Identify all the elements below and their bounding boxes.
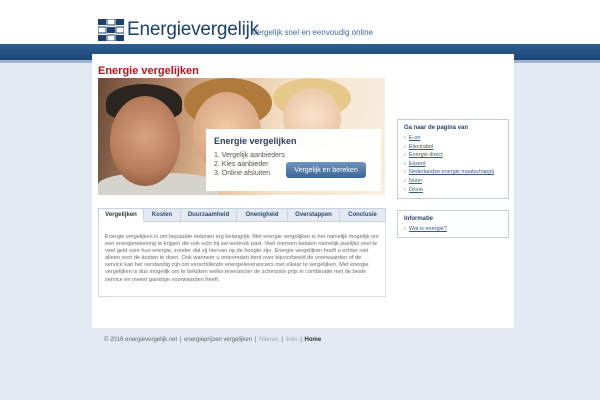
- footer-copyright: © 2016 energievergelijk.net: [104, 337, 178, 343]
- footer-separator: |: [179, 337, 182, 343]
- compare-button[interactable]: Vergelijk en bereken: [286, 162, 366, 178]
- content-panel: Energie vergelijken Energie vergelijken …: [92, 54, 514, 328]
- hero-step: 1. Vergelijk aanbieders: [214, 152, 285, 159]
- top-header: Energievergelijk Vergelijk snel en eenvo…: [0, 0, 600, 44]
- tab-text: Energie vergelijken is om bepaalde reden…: [105, 234, 379, 283]
- sidebar-item-essent[interactable]: Essent: [404, 160, 502, 169]
- tab-panel: Energie vergelijken is om bepaalde reden…: [98, 221, 386, 297]
- sidebar-nav-box: Ga naar de pagina van E-on Electrabel En…: [397, 119, 509, 199]
- footer-separator: |: [300, 337, 302, 343]
- hero-steps: 1. Vergelijk aanbieders 2. Kies aanbiede…: [214, 151, 285, 178]
- sidebar-item-electrabel[interactable]: Electrabel: [404, 143, 502, 152]
- tab-vergelijken[interactable]: Vergelijken: [98, 208, 144, 222]
- sidebar-item-nem[interactable]: Nederlandse energie maatschappij: [404, 168, 502, 177]
- footer-link-links[interactable]: links: [286, 337, 298, 343]
- logo-mark-icon: [98, 19, 124, 41]
- footer: © 2016 energievergelijk.net | energiepri…: [104, 337, 322, 343]
- logo[interactable]: Energievergelijk: [98, 18, 259, 42]
- footer-separator: |: [281, 337, 283, 343]
- tagline: Vergelijk snel en eenvoudig online: [252, 28, 373, 37]
- hero-step: 2. Kies aanbieder: [214, 161, 269, 168]
- hero-callout-title: Energie vergelijken: [214, 136, 297, 146]
- sidebar-item-eon[interactable]: E-on: [404, 134, 502, 143]
- footer-link-prices[interactable]: energieprijzen vergelijken: [184, 337, 252, 343]
- footer-link-news[interactable]: Nieuws: [259, 337, 279, 343]
- sidebar-nav-list: E-on Electrabel Energie direct Essent Ne…: [398, 134, 508, 198]
- sidebar-item-energie-direct[interactable]: Energie direct: [404, 151, 502, 160]
- sidebar-item-nuon[interactable]: Nuon: [404, 177, 502, 186]
- footer-separator: |: [254, 337, 257, 343]
- footer-link-home[interactable]: Home: [305, 337, 322, 343]
- hero-step: 3. Online afsluiten: [214, 170, 271, 177]
- tab-duurzaamheid[interactable]: Duurzaamheid: [181, 208, 237, 222]
- sidebar-info-list: Wat is energie?: [398, 225, 508, 238]
- hero-photo-face-man: [110, 96, 180, 186]
- hero-banner: Energie vergelijken 1. Vergelijk aanbied…: [98, 78, 385, 195]
- sidebar-item-oxxio[interactable]: Oxxio: [404, 186, 502, 195]
- sidebar-info-title: Informatie: [404, 216, 434, 222]
- sidebar-item-wat-is-energie[interactable]: Wat is energie?: [404, 225, 502, 234]
- hero-callout: Energie vergelijken 1. Vergelijk aanbied…: [206, 129, 381, 191]
- sidebar-info-box: Informatie Wat is energie?: [397, 210, 509, 238]
- page-title: Energie vergelijken: [98, 65, 199, 77]
- tab-onenigheid[interactable]: Onenigheid: [237, 208, 288, 222]
- tab-bar: Vergelijken Kosten Duurzaamheid Onenighe…: [98, 208, 386, 222]
- tab-kosten[interactable]: Kosten: [144, 208, 181, 222]
- sidebar-nav-title: Ga naar de pagina van: [404, 125, 469, 131]
- logo-text: Energievergelijk: [127, 19, 259, 40]
- tab-conclusie[interactable]: Conclusie: [340, 208, 386, 222]
- tab-overstappen[interactable]: Overstappen: [288, 208, 340, 222]
